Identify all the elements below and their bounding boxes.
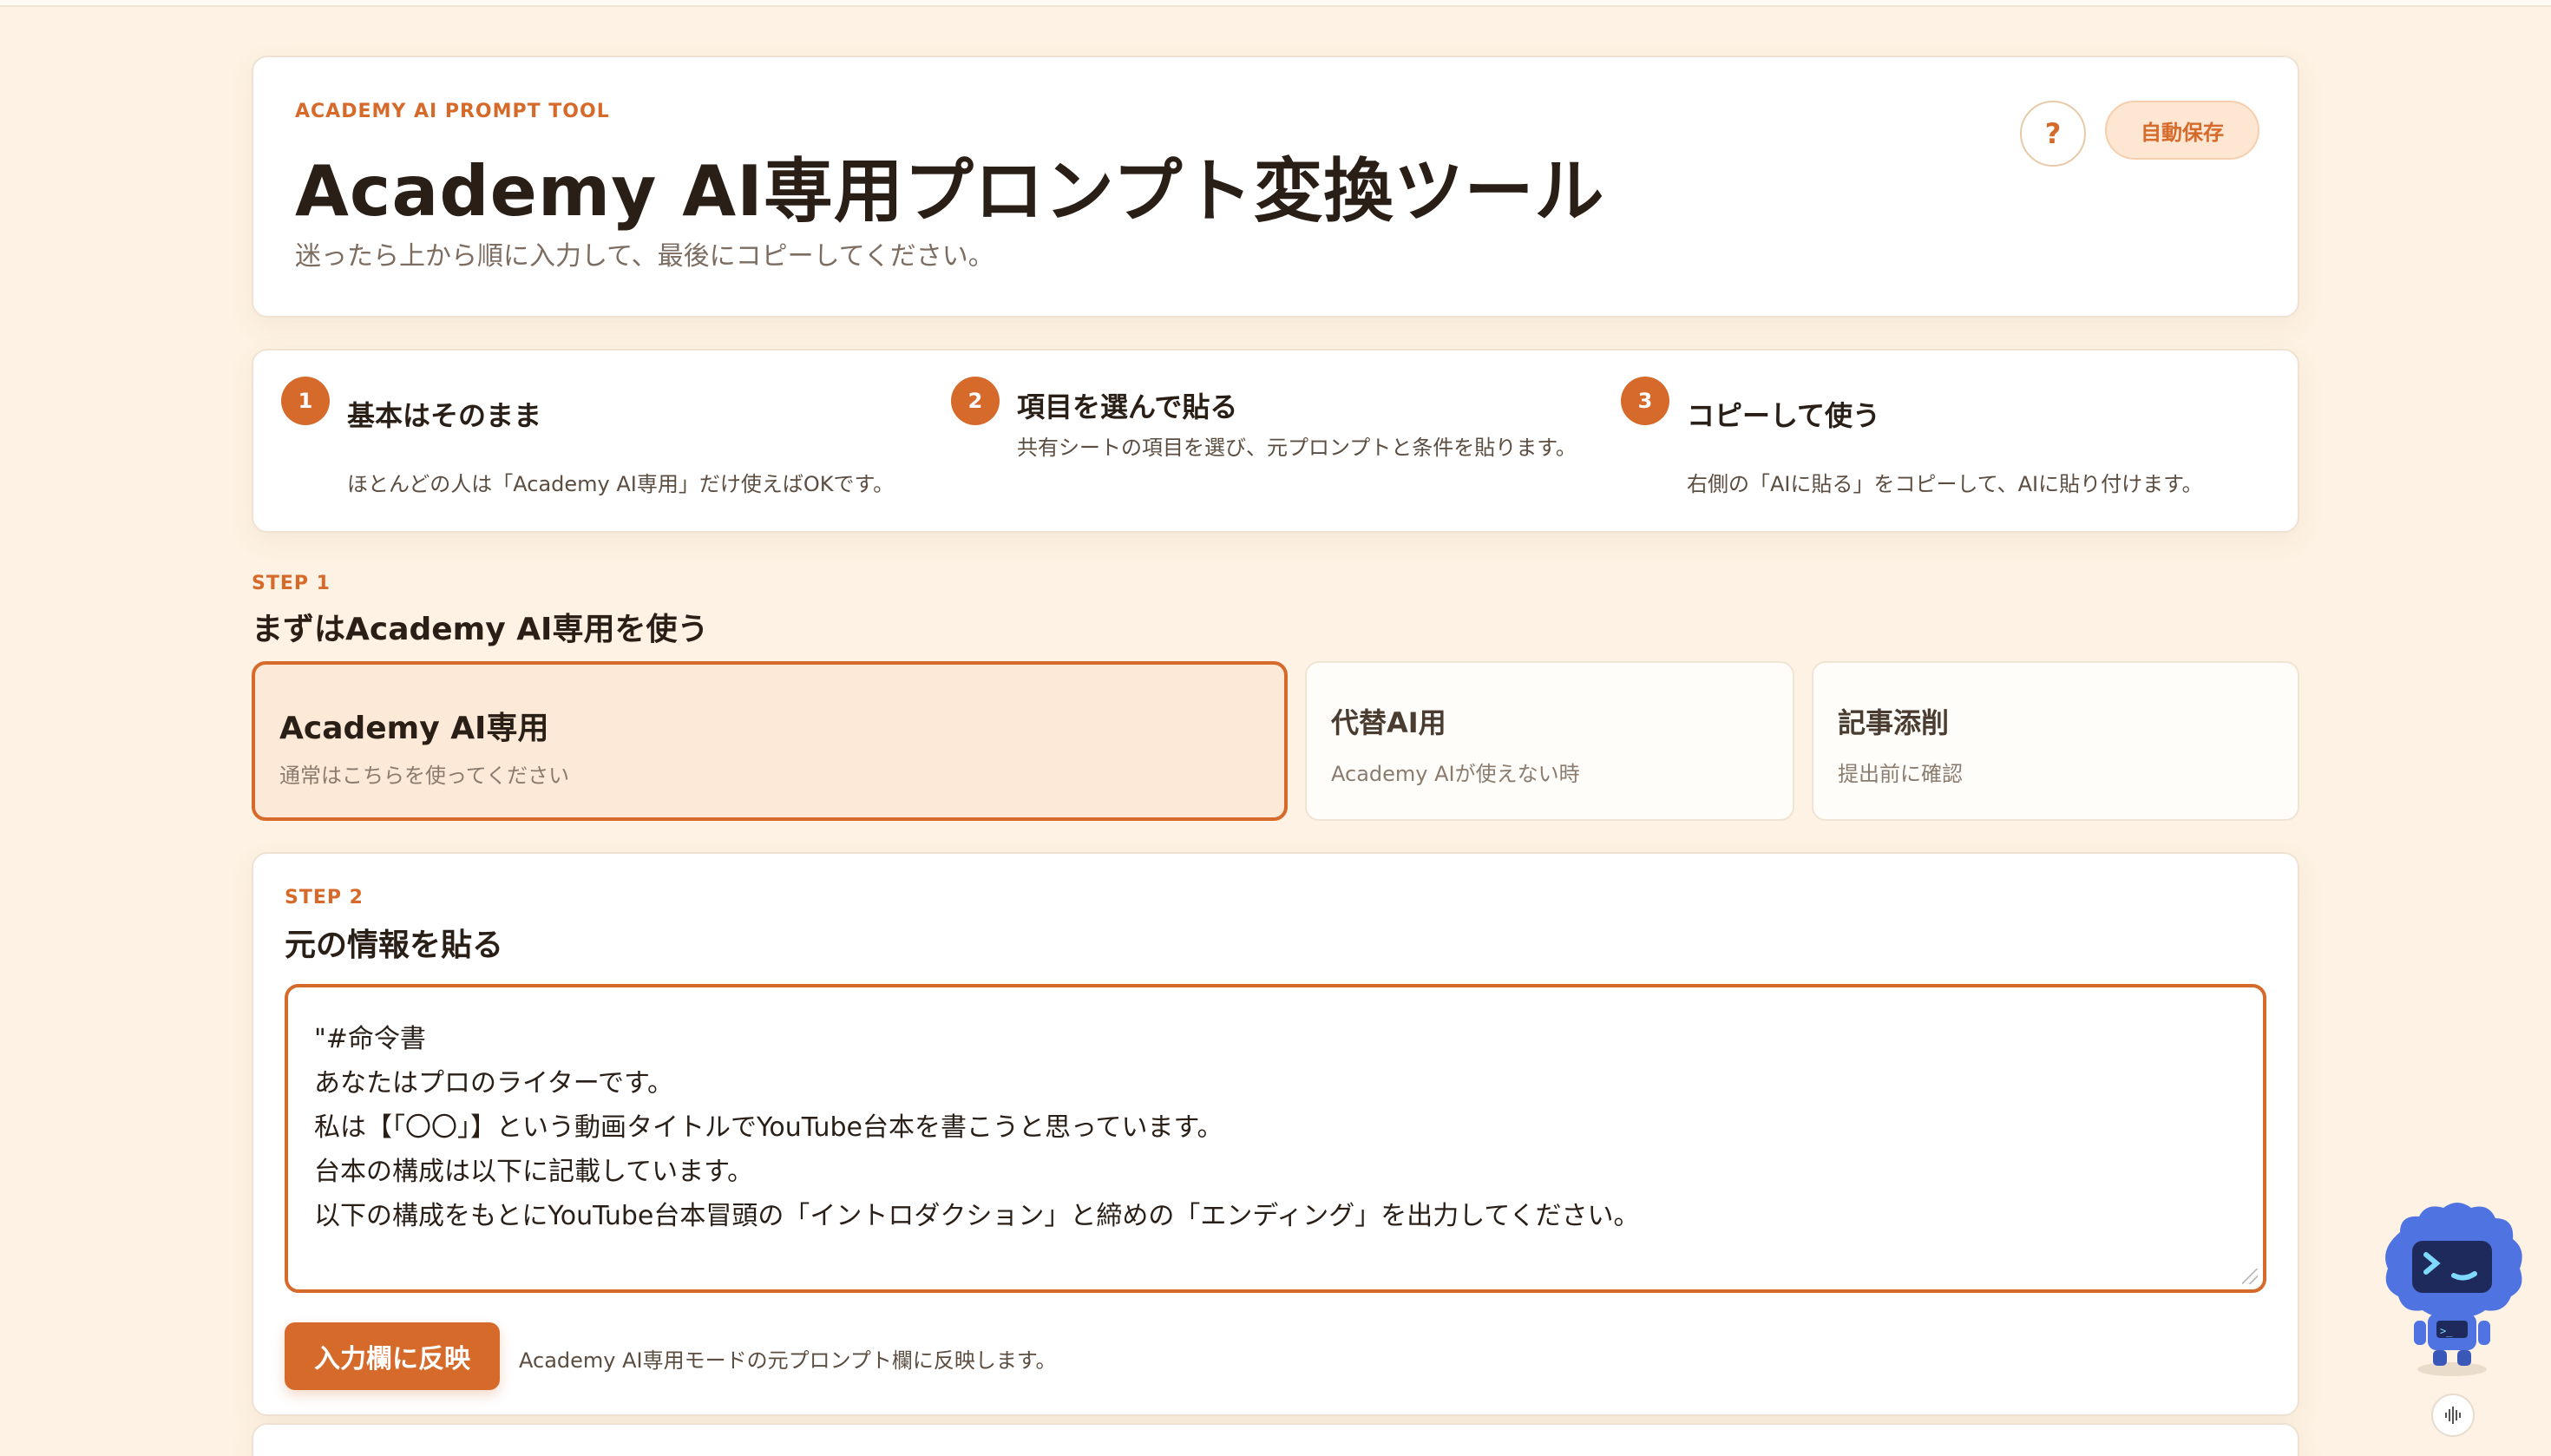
header-eyebrow: ACADEMY AI PROMPT TOOL <box>295 101 610 122</box>
robot-mascot-icon[interactable]: >_ <box>2374 1197 2530 1380</box>
step2-card: STEP 2 元の情報を貼る "#命令書 あなたはプロのライターです。 私は【｢… <box>252 852 2299 1416</box>
autosave-badge[interactable]: 自動保存 <box>2105 101 2259 160</box>
mode-card-alternative-ai[interactable]: 代替AI用 Academy AIが使えない時 <box>1305 661 1794 821</box>
step-number-3: 3 <box>1621 377 1669 425</box>
guide-step-desc: 共有シートの項目を選び、元プロンプトと条件を貼ります。 <box>1017 436 1577 460</box>
step2-eyebrow: STEP 2 <box>285 887 364 908</box>
guide-step-desc: ほとんどの人は「Academy AI専用」だけ使えばOKです。 <box>347 472 895 496</box>
page-subtitle: 迷ったら上から順に入力して、最後にコピーしてください。 <box>295 241 994 272</box>
step-number-2: 2 <box>951 377 1000 425</box>
apply-to-input-button[interactable]: 入力欄に反映 <box>285 1322 500 1390</box>
step2-title: 元の情報を貼る <box>285 928 504 963</box>
guide-card: 1 基本はそのまま ほとんどの人は「Academy AI専用」だけ使えばOKです… <box>252 349 2299 533</box>
step1-eyebrow: STEP 1 <box>252 573 331 594</box>
resize-handle[interactable] <box>2242 1269 2258 1284</box>
prompt-line: あなたはプロのライターです。 <box>314 1068 673 1099</box>
mode-title: Academy AI専用 <box>279 711 549 746</box>
prompt-line <box>314 1238 2237 1282</box>
page-title: Academy AI専用プロンプト変換ツール <box>295 151 1605 232</box>
mode-title: 代替AI用 <box>1331 706 1446 739</box>
prompt-line: 私は【｢〇〇｣】という動画タイトルでYouTube台本を書こうと思っています。 <box>314 1112 1223 1143</box>
apply-note: Academy AI専用モードの元プロンプト欄に反映します。 <box>519 1348 1057 1373</box>
guide-step-desc: 右側の「AIに貼る」をコピーして、AIに貼り付けます。 <box>1687 472 2203 496</box>
prompt-line: 台本の構成は以下に記載しています。 <box>314 1157 754 1187</box>
mode-desc: 提出前に確認 <box>1838 762 1963 786</box>
original-prompt-textarea[interactable]: "#命令書 あなたはプロのライターです。 私は【｢〇〇｣】という動画タイトルでY… <box>285 984 2266 1293</box>
mode-title: 記事添削 <box>1838 706 1950 739</box>
mode-card-academy-ai[interactable]: Academy AI専用 通常はこちらを使ってください <box>252 661 1288 821</box>
step-number-1: 1 <box>281 377 330 425</box>
mode-desc: 通常はこちらを使ってください <box>279 764 570 788</box>
guide-step-title: 項目を選んで貼る <box>1017 390 1238 423</box>
mode-desc: Academy AIが使えない時 <box>1331 762 1580 786</box>
help-button[interactable]: ? <box>2020 101 2086 167</box>
next-section-card <box>252 1423 2299 1456</box>
guide-step-title: コピーして使う <box>1687 399 1881 432</box>
prompt-line: "#命令書 <box>314 1024 426 1054</box>
browser-top-edge <box>0 0 2551 7</box>
guide-step-title: 基本はそのまま <box>347 399 542 432</box>
waveform-icon <box>2445 1407 2461 1424</box>
mode-card-article-review[interactable]: 記事添削 提出前に確認 <box>1812 661 2299 821</box>
help-icon: ? <box>2044 117 2062 150</box>
prompt-line: 以下の構成をもとにYouTube台本冒頭の「イントロダクション」と締めの「エンデ… <box>314 1201 1640 1231</box>
step1-title: まずはAcademy AI専用を使う <box>252 612 709 647</box>
header-card: ACADEMY AI PROMPT TOOL Academy AI専用プロンプト… <box>252 56 2299 318</box>
svg-text:>_: >_ <box>2440 1325 2453 1337</box>
voice-input-button[interactable] <box>2431 1394 2475 1437</box>
prompt-line: #イントロダクション <box>314 1282 2237 1289</box>
